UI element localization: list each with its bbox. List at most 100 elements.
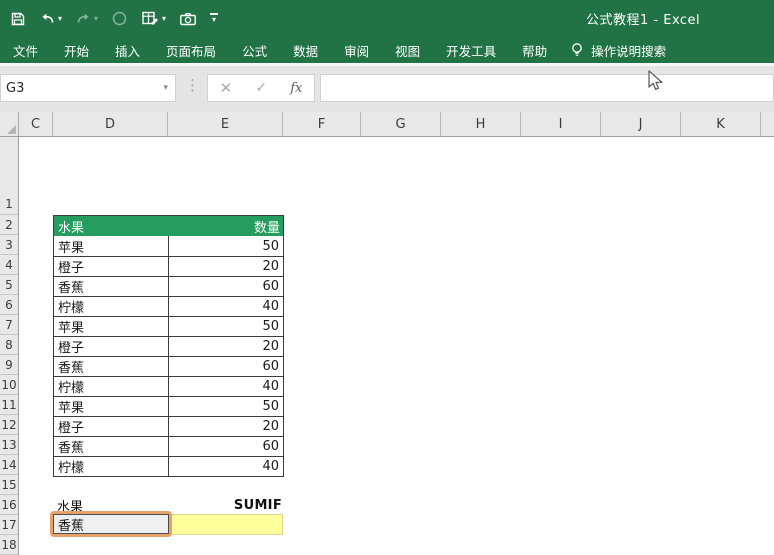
sumif-label[interactable]: SUMIF [168, 495, 284, 515]
column-header-f[interactable]: F [283, 112, 361, 136]
column-header-c[interactable]: C [19, 112, 53, 136]
tell-me-search[interactable]: 操作说明搜索 [560, 37, 676, 63]
table-row: 苹果 50 [54, 236, 283, 256]
select-all-corner[interactable] [0, 112, 19, 136]
table-row: 柠檬 40 [54, 456, 283, 476]
enter-icon[interactable]: ✓ [255, 80, 267, 96]
tab-data[interactable]: 数据 [280, 37, 331, 63]
tab-view[interactable]: 视图 [382, 37, 433, 63]
row-header-column: 1 2 3 4 5 6 7 8 9 10 11 12 13 14 15 16 1… [0, 137, 19, 555]
row-header-16[interactable]: 16 [0, 495, 18, 515]
fruit-cell[interactable]: 柠檬 [54, 377, 169, 396]
fruit-cell[interactable]: 柠檬 [54, 457, 169, 476]
fruit-cell[interactable]: 柠檬 [54, 297, 169, 316]
save-icon [10, 11, 26, 27]
tab-insert[interactable]: 插入 [102, 37, 153, 63]
redo-button[interactable]: ▾ [75, 11, 98, 27]
row-header-13[interactable]: 13 [0, 435, 18, 455]
row-header-9[interactable]: 9 [0, 355, 18, 375]
column-header-d[interactable]: D [53, 112, 168, 136]
tab-developer[interactable]: 开发工具 [433, 37, 509, 63]
fruit-cell[interactable]: 橙子 [54, 417, 169, 436]
tab-formulas[interactable]: 公式 [229, 37, 280, 63]
qty-cell[interactable]: 60 [169, 277, 283, 296]
row-header-12[interactable]: 12 [0, 415, 18, 435]
tell-me-label: 操作说明搜索 [591, 41, 666, 60]
table-row: 苹果 50 [54, 316, 283, 336]
quick-access-toolbar: ▾ ▾ ▾ [0, 10, 218, 27]
row-header-4[interactable]: 4 [0, 255, 18, 275]
undo-button[interactable]: ▾ [39, 11, 62, 27]
tab-home[interactable]: 开始 [51, 37, 102, 63]
tab-help[interactable]: 帮助 [509, 37, 560, 63]
table-row: 香蕉 60 [54, 356, 283, 376]
fruit-cell[interactable]: 苹果 [54, 397, 169, 416]
row-header-18[interactable]: 18 [0, 535, 18, 555]
camera-button[interactable] [179, 11, 197, 27]
cancel-icon[interactable]: ✕ [220, 79, 233, 97]
row-header-2[interactable]: 2 [0, 215, 18, 235]
row-header-7[interactable]: 7 [0, 315, 18, 335]
undo-dropdown-caret[interactable]: ▾ [58, 15, 62, 23]
sheet-grid[interactable]: 水果 数量 苹果 50 橙子 20 香蕉 60 柠檬 40 苹果 50 [20, 137, 774, 555]
insert-function-icon[interactable]: fx [290, 81, 302, 96]
save-button[interactable] [10, 11, 26, 27]
row-header-10[interactable]: 10 [0, 375, 18, 395]
tab-file[interactable]: 文件 [0, 37, 51, 63]
formula-bar-separator[interactable]: ⋮ [185, 76, 200, 94]
ribbon-bottom-edge [0, 63, 774, 66]
column-header-j[interactable]: J [601, 112, 681, 136]
row-header-3[interactable]: 3 [0, 235, 18, 255]
camera-icon [179, 11, 197, 27]
tab-page-layout[interactable]: 页面布局 [153, 37, 229, 63]
qty-cell[interactable]: 50 [169, 317, 283, 336]
column-header-e[interactable]: E [168, 112, 283, 136]
fruit-cell[interactable]: 香蕉 [54, 277, 169, 296]
name-box[interactable]: G3 ▾ [0, 74, 176, 102]
qty-cell[interactable]: 20 [169, 257, 283, 276]
edit-table-button[interactable]: ▾ [141, 10, 166, 27]
qty-cell[interactable]: 50 [169, 397, 283, 416]
tab-review[interactable]: 审阅 [331, 37, 382, 63]
qty-cell[interactable]: 60 [169, 437, 283, 456]
circle-icon [111, 10, 128, 27]
row-header-11[interactable]: 11 [0, 395, 18, 415]
table-header-qty[interactable]: 数量 [169, 216, 283, 236]
edit-table-dropdown-caret[interactable]: ▾ [162, 15, 166, 23]
touch-mode-button[interactable] [111, 10, 128, 27]
sumif-result-cell[interactable] [171, 514, 283, 535]
qty-cell[interactable]: 40 [169, 457, 283, 476]
fruit-cell[interactable]: 苹果 [54, 317, 169, 336]
fruit-cell[interactable]: 苹果 [54, 236, 169, 256]
qty-cell[interactable]: 20 [169, 337, 283, 356]
table-row: 橙子 20 [54, 416, 283, 436]
redo-dropdown-caret[interactable]: ▾ [94, 15, 98, 23]
qty-cell[interactable]: 40 [169, 297, 283, 316]
qty-cell[interactable]: 40 [169, 377, 283, 396]
customize-qat-button[interactable]: ▾ [210, 13, 218, 24]
column-header-k[interactable]: K [681, 112, 761, 136]
fruit-cell[interactable]: 橙子 [54, 337, 169, 356]
qty-cell[interactable]: 50 [169, 236, 283, 256]
fruit-cell[interactable]: 香蕉 [54, 437, 169, 456]
column-header-g[interactable]: G [361, 112, 441, 136]
fruit-cell[interactable]: 橙子 [54, 257, 169, 276]
row-header-17[interactable]: 17 [0, 515, 18, 535]
row-header-14[interactable]: 14 [0, 455, 18, 475]
qty-cell[interactable]: 20 [169, 417, 283, 436]
row-header-1[interactable]: 1 [0, 137, 18, 215]
qty-cell[interactable]: 60 [169, 357, 283, 376]
criteria-cell[interactable]: 香蕉 [53, 514, 169, 534]
table-row: 柠檬 40 [54, 376, 283, 396]
row-header-6[interactable]: 6 [0, 295, 18, 315]
table-header-fruit[interactable]: 水果 [54, 216, 169, 236]
formula-input[interactable] [320, 74, 774, 102]
column-header-partial[interactable] [761, 112, 774, 136]
column-header-i[interactable]: I [521, 112, 601, 136]
fruit-cell[interactable]: 香蕉 [54, 357, 169, 376]
row-header-8[interactable]: 8 [0, 335, 18, 355]
column-header-h[interactable]: H [441, 112, 521, 136]
name-box-dropdown-icon[interactable]: ▾ [163, 83, 168, 93]
row-header-5[interactable]: 5 [0, 275, 18, 295]
row-header-15[interactable]: 15 [0, 475, 18, 495]
